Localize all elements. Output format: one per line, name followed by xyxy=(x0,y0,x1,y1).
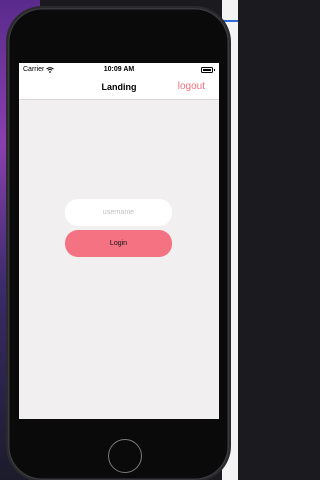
logout-button[interactable]: logout xyxy=(178,81,205,92)
app-screen: Carrier 10:09 AM Landing logout Login xyxy=(19,63,219,419)
battery-icon xyxy=(201,67,215,73)
login-button[interactable]: Login xyxy=(65,230,172,257)
editor-accent-bar xyxy=(222,20,238,22)
status-bar: Carrier 10:09 AM xyxy=(19,63,219,77)
username-input[interactable] xyxy=(65,199,172,226)
status-time: 10:09 AM xyxy=(103,66,135,73)
navigation-bar: Landing logout xyxy=(19,77,219,100)
home-button[interactable] xyxy=(108,439,142,473)
